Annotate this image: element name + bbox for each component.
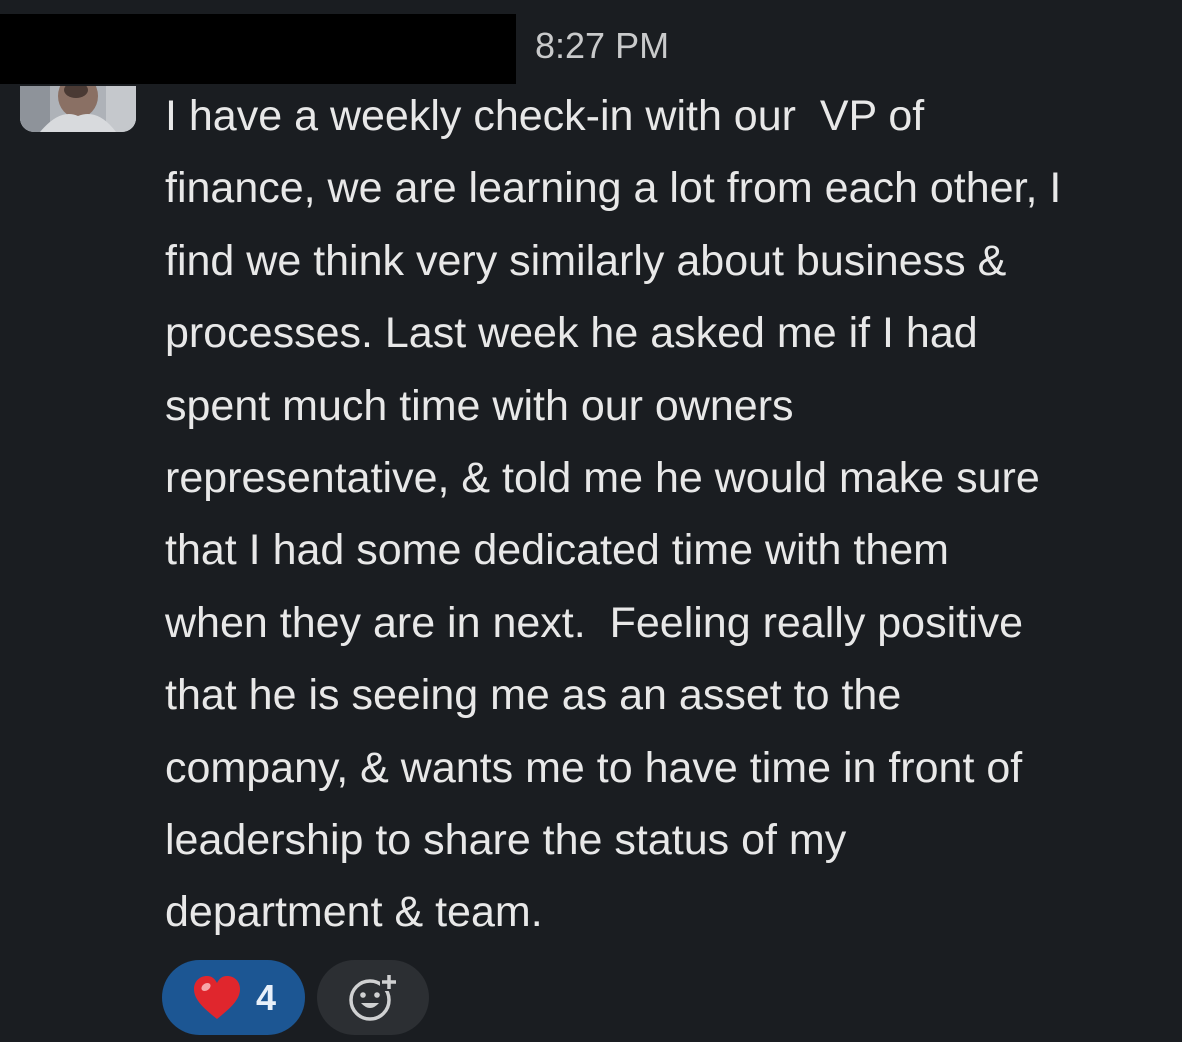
reaction-heart[interactable]: 4 bbox=[162, 960, 305, 1035]
reaction-count: 4 bbox=[256, 976, 277, 1018]
message-body: I have a weekly check-in with our VP of f… bbox=[165, 80, 1175, 949]
message-line: leadership to share the status of my bbox=[165, 816, 847, 865]
avatar[interactable] bbox=[20, 86, 136, 132]
message-line: I have a weekly check-in with our VP of bbox=[165, 92, 925, 140]
heart-icon bbox=[194, 975, 240, 1019]
message-line: department & team. bbox=[165, 888, 543, 937]
message-view: 8:27 PM I have a weekly check-in with ou… bbox=[0, 0, 1182, 1042]
message-line: representative, & told me he would make … bbox=[165, 454, 1040, 503]
message-line: spent much time with our owners bbox=[165, 381, 794, 430]
message-line: when they are in next. Feeling really po… bbox=[165, 598, 1024, 647]
add-reaction-icon bbox=[349, 973, 398, 1021]
reaction-bar: 4 bbox=[162, 960, 429, 1035]
message-line: that he is seeing me as an asset to the bbox=[165, 671, 902, 720]
add-reaction-button[interactable] bbox=[317, 960, 429, 1035]
redacted-username bbox=[0, 14, 516, 84]
message-timestamp[interactable]: 8:27 PM bbox=[535, 24, 669, 68]
message-line: finance, we are learning a lot from each… bbox=[165, 164, 1062, 213]
message-line: find we think very similarly about busin… bbox=[165, 236, 1007, 285]
message-line: processes. Last week he asked me if I ha… bbox=[165, 309, 978, 358]
message-line: company, & wants me to have time in fron… bbox=[165, 743, 1023, 792]
avatar-photo bbox=[20, 86, 136, 132]
message-line: that I had some dedicated time with them bbox=[165, 526, 949, 575]
